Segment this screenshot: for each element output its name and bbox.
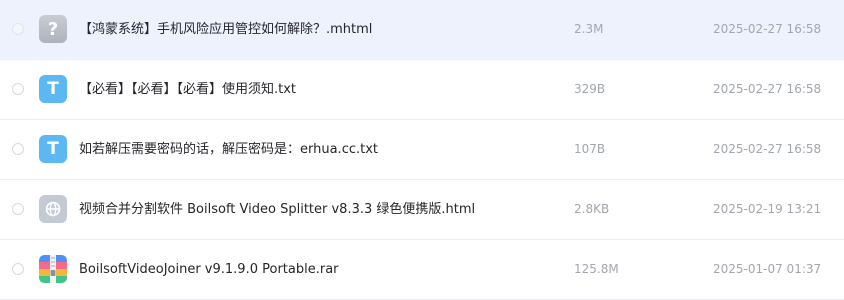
html-file-icon xyxy=(39,195,67,223)
file-name[interactable]: 视频合并分割软件 Boilsoft Video Splitter v8.3.3 … xyxy=(79,201,475,218)
file-row[interactable]: BoilsoftVideoJoiner v9.1.9.0 Portable.ra… xyxy=(0,240,844,300)
txt-file-icon: T xyxy=(39,135,67,163)
file-row[interactable]: 视频合并分割软件 Boilsoft Video Splitter v8.3.3 … xyxy=(0,180,844,240)
row-checkbox[interactable] xyxy=(12,143,24,155)
file-name[interactable]: 【必看】【必看】【必看】使用须知.txt xyxy=(79,81,296,98)
row-checkbox[interactable] xyxy=(12,203,24,215)
row-checkbox[interactable] xyxy=(12,263,24,275)
file-name[interactable]: 如若解压需要密码的话，解压密码是：erhua.cc.txt xyxy=(79,141,378,158)
globe-icon xyxy=(45,201,61,217)
file-date: 2025-02-19 13:21 xyxy=(713,202,822,216)
file-row[interactable]: T 如若解压需要密码的话，解压密码是：erhua.cc.txt 107B 202… xyxy=(0,120,844,180)
file-date: 2025-02-27 16:58 xyxy=(713,82,822,96)
file-size: 2.8KB xyxy=(574,202,610,216)
file-size: 125.8M xyxy=(574,262,619,276)
file-size: 329B xyxy=(574,82,606,96)
file-date: 2025-02-27 16:58 xyxy=(713,142,822,156)
row-checkbox[interactable] xyxy=(12,23,24,35)
txt-file-icon: T xyxy=(39,75,67,103)
file-row[interactable]: ? 【鸿蒙系统】手机风险应用管控如何解除？.mhtml 2.3M 2025-02… xyxy=(0,0,844,60)
rar-archive-icon xyxy=(39,255,67,283)
file-date: 2025-01-07 01:37 xyxy=(713,262,822,276)
file-name[interactable]: BoilsoftVideoJoiner v9.1.9.0 Portable.ra… xyxy=(79,261,339,278)
file-list: ? 【鸿蒙系统】手机风险应用管控如何解除？.mhtml 2.3M 2025-02… xyxy=(0,0,844,300)
file-row[interactable]: T 【必看】【必看】【必看】使用须知.txt 329B 2025-02-27 1… xyxy=(0,60,844,120)
file-name[interactable]: 【鸿蒙系统】手机风险应用管控如何解除？.mhtml xyxy=(79,21,372,38)
unknown-file-icon: ? xyxy=(39,15,67,43)
file-date: 2025-02-27 16:58 xyxy=(713,22,822,36)
file-size: 2.3M xyxy=(574,22,604,36)
file-size: 107B xyxy=(574,142,606,156)
row-checkbox[interactable] xyxy=(12,83,24,95)
